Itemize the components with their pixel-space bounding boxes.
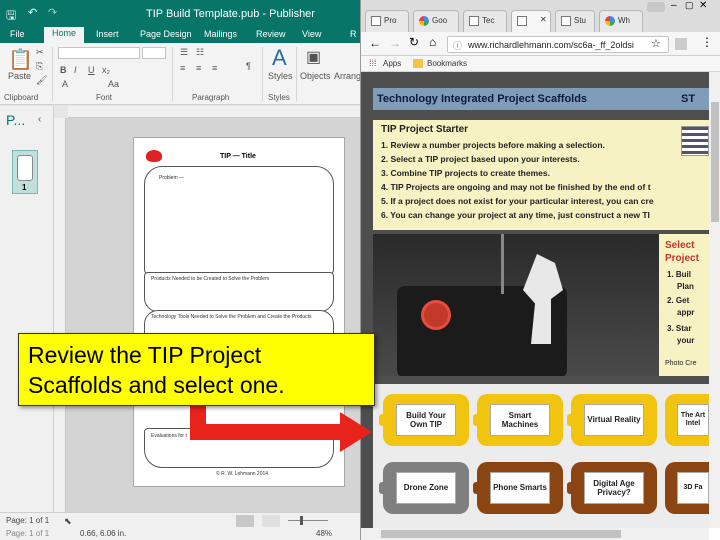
- callout-line-1: Review the TIP Project: [28, 342, 262, 368]
- red-arrow: [190, 398, 372, 452]
- callout-line-2: Scaffolds and select one.: [28, 372, 285, 398]
- arrow-shape: [190, 398, 372, 452]
- instruction-callout: Review the TIP Project Scaffolds and sel…: [18, 333, 375, 406]
